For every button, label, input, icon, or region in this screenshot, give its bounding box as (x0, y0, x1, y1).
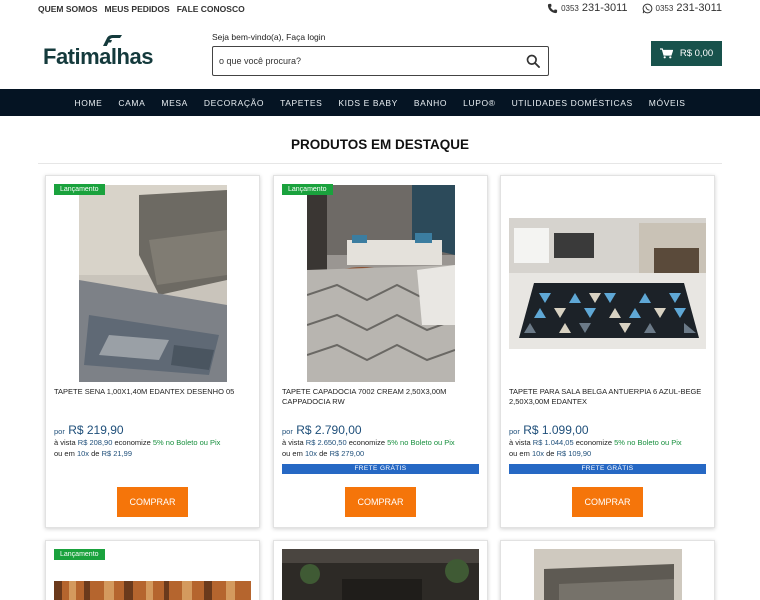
installment-count: 10x (531, 449, 545, 458)
installment-mid: de (546, 449, 555, 458)
main-nav: HOME CAMA MESA DECORAÇÃO TAPETES KIDS E … (0, 89, 760, 116)
top-bar: QUEM SOMOS MEUS PEDIDOS FALE CONOSCO 035… (0, 0, 760, 18)
buy-button[interactable]: COMPRAR (345, 487, 416, 517)
product-card[interactable]: Lançamento TAPETE CAPADOCIA 7002 CREAM 2… (273, 175, 488, 528)
installment-prefix: ou em (54, 449, 75, 458)
whatsapp-number: 231-3011 (676, 2, 722, 14)
product-name[interactable]: TAPETE SENA 1,00X1,40M EDANTEX DESENHO 0… (54, 387, 252, 397)
link-meus-pedidos[interactable]: MEUS PEDIDOS (105, 4, 170, 14)
cash-discount: 5% no Boleto ou Pix (387, 438, 455, 447)
cash-discount: 5% no Boleto ou Pix (152, 438, 221, 447)
whatsapp-prefix: 0353 (655, 3, 674, 13)
nav-mesa[interactable]: MESA (153, 98, 196, 108)
installments: ou em 10x de R$ 109,90 (509, 449, 591, 458)
installment-count: 10x (76, 449, 90, 458)
phone-icon (547, 3, 558, 13)
free-shipping-badge: FRETE GRÁTIS (282, 464, 479, 474)
installment-value: R$ 21,99 (101, 449, 133, 458)
cash-discount: 5% no Boleto ou Pix (614, 438, 682, 447)
buy-button[interactable]: COMPRAR (117, 487, 188, 517)
installment-value: R$ 279,00 (329, 449, 365, 458)
nav-home[interactable]: HOME (67, 98, 111, 108)
nav-banho[interactable]: BANHO (406, 98, 455, 108)
link-fale-conosco[interactable]: FALE CONOSCO (177, 4, 245, 14)
product-image[interactable] (534, 549, 682, 600)
cart-button[interactable]: R$ 0,00 (651, 41, 722, 66)
price-por: por (54, 427, 65, 436)
buy-button[interactable]: COMPRAR (572, 487, 643, 517)
cash-price: à vista R$ 208,90 economize 5% no Boleto… (54, 438, 220, 447)
price-line: por R$ 1.099,00 (509, 423, 589, 437)
phone-contact[interactable]: 0353 231-3011 (547, 2, 628, 14)
price-line: por R$ 219,90 (54, 423, 124, 437)
logo-text: Fatimalhas (43, 44, 153, 69)
nav-decoracao[interactable]: DECORAÇÃO (196, 98, 272, 108)
whatsapp-contact[interactable]: 0353 231-3011 (642, 2, 722, 14)
search-icon[interactable] (526, 54, 540, 68)
search-box (212, 46, 549, 76)
product-name[interactable]: TAPETE PARA SALA BELGA ANTUERPIA 6 AZUL-… (509, 387, 707, 407)
cash-mid: economize (348, 438, 386, 447)
product-card[interactable]: Lançamento TAPETE SENA 1,00X1,40M EDANTE… (45, 175, 260, 528)
installments: ou em 10x de R$ 21,99 (54, 449, 132, 458)
installments: ou em 10x de R$ 279,00 (282, 449, 364, 458)
free-shipping-badge: FRETE GRÁTIS (509, 464, 706, 474)
installment-prefix: ou em (282, 449, 303, 458)
badge-lancamento: Lançamento (54, 184, 105, 195)
cart-icon (659, 48, 673, 59)
product-price: R$ 2.790,00 (296, 423, 362, 437)
login-link[interactable]: Seja bem-vindo(a), Faça login (212, 32, 325, 42)
search-input[interactable] (219, 53, 509, 69)
product-card[interactable]: Lançamento (45, 540, 260, 600)
cash-value: R$ 1.044,05 (532, 438, 574, 447)
section-divider (38, 163, 722, 164)
nav-kids-baby[interactable]: KIDS E BABY (330, 98, 406, 108)
logo[interactable]: Fatimalhas (43, 34, 155, 69)
cart-total: R$ 0,00 (679, 48, 714, 59)
section-title: PRODUTOS EM DESTAQUE (290, 137, 470, 152)
nav-lupo[interactable]: LUPO® (455, 98, 503, 108)
nav-cama[interactable]: CAMA (110, 98, 153, 108)
price-por: por (282, 427, 293, 436)
nav-utilidades[interactable]: UTILIDADES DOMÉSTICAS (504, 98, 641, 108)
product-image[interactable] (54, 581, 251, 600)
product-price: R$ 219,90 (68, 423, 124, 437)
cash-prefix: à vista (509, 438, 531, 447)
cash-prefix: à vista (282, 438, 304, 447)
badge-lancamento: Lançamento (54, 549, 105, 560)
installment-value: R$ 109,90 (556, 449, 592, 458)
installment-count: 10x (304, 449, 318, 458)
phone-prefix: 0353 (561, 3, 579, 13)
product-image[interactable] (79, 185, 227, 382)
product-image[interactable] (307, 185, 455, 382)
product-card[interactable] (500, 540, 715, 600)
whatsapp-icon (642, 3, 652, 13)
cash-value: R$ 208,90 (77, 438, 113, 447)
product-image[interactable] (282, 549, 479, 600)
top-links: QUEM SOMOS MEUS PEDIDOS FALE CONOSCO (38, 4, 245, 14)
phones: 0353 231-3011 0353 231-3011 (547, 2, 722, 14)
product-image[interactable] (509, 218, 706, 349)
badge-lancamento: Lançamento (282, 184, 333, 195)
link-quem-somos[interactable]: QUEM SOMOS (38, 4, 98, 14)
phone-number: 231-3011 (581, 2, 628, 14)
product-price: R$ 1.099,00 (523, 423, 589, 437)
cash-value: R$ 2.650,50 (305, 438, 347, 447)
installment-mid: de (319, 449, 328, 458)
cash-mid: economize (114, 438, 151, 447)
nav-moveis[interactable]: MÓVEIS (641, 98, 694, 108)
price-line: por R$ 2.790,00 (282, 423, 362, 437)
product-card[interactable]: TAPETE PARA SALA BELGA ANTUERPIA 6 AZUL-… (500, 175, 715, 528)
product-card[interactable] (273, 540, 488, 600)
installment-mid: de (91, 449, 100, 458)
cash-price: à vista R$ 2.650,50 economize 5% no Bole… (282, 438, 455, 447)
price-por: por (509, 427, 520, 436)
nav-tapetes[interactable]: TAPETES (272, 98, 330, 108)
installment-prefix: ou em (509, 449, 530, 458)
cash-prefix: à vista (54, 438, 76, 447)
cash-mid: economize (575, 438, 613, 447)
cash-price: à vista R$ 1.044,05 economize 5% no Bole… (509, 438, 682, 447)
product-name[interactable]: TAPETE CAPADOCIA 7002 CREAM 2,50X3,00M C… (282, 387, 480, 407)
